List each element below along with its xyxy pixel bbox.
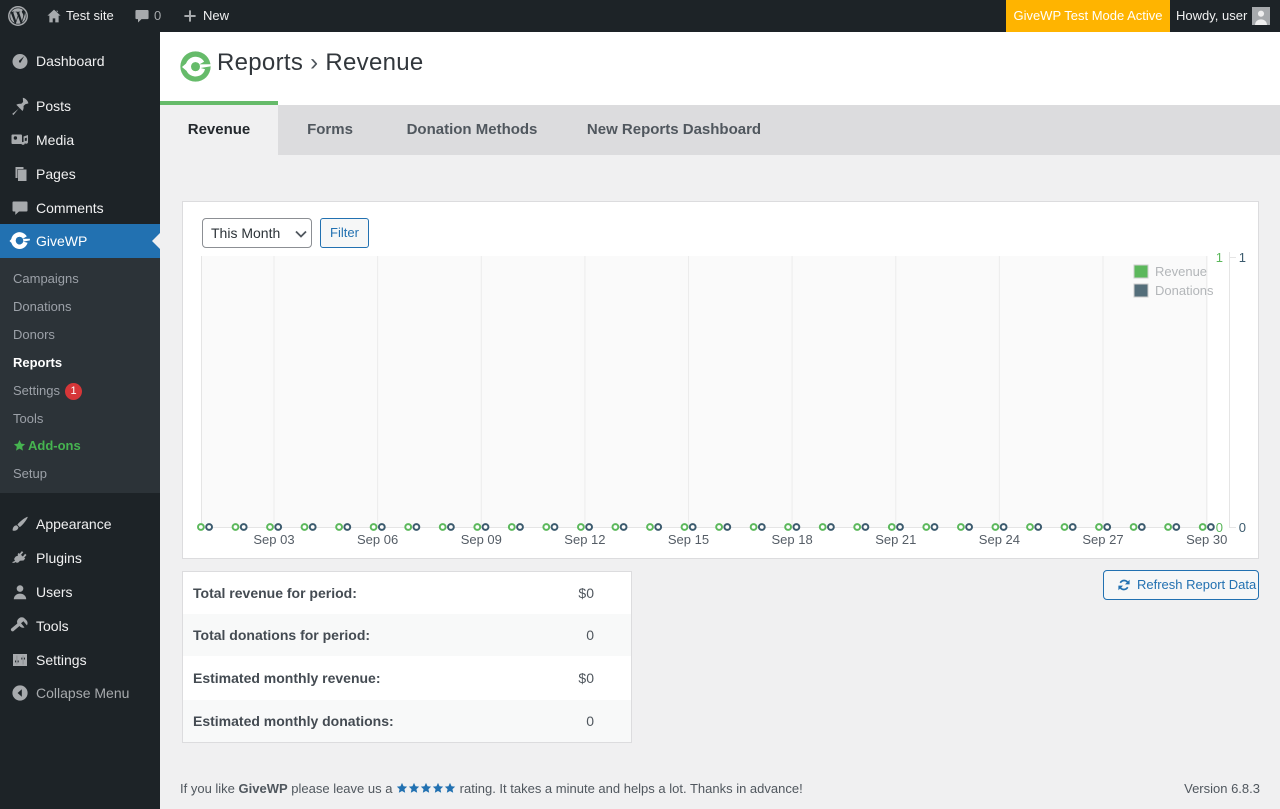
svg-text:Sep 18: Sep 18 bbox=[771, 532, 812, 547]
svg-text:0: 0 bbox=[1239, 520, 1246, 535]
svg-text:1: 1 bbox=[1216, 250, 1223, 265]
svg-text:0: 0 bbox=[1216, 520, 1223, 535]
svg-text:Sep 21: Sep 21 bbox=[875, 532, 916, 547]
svg-text:Sep 12: Sep 12 bbox=[564, 532, 605, 547]
svg-text:Sep 24: Sep 24 bbox=[979, 532, 1020, 547]
svg-text:Sep 06: Sep 06 bbox=[357, 532, 398, 547]
svg-text:Revenue: Revenue bbox=[1155, 264, 1207, 279]
svg-text:1: 1 bbox=[1239, 250, 1246, 265]
svg-text:Donations: Donations bbox=[1155, 283, 1214, 298]
svg-text:Sep 09: Sep 09 bbox=[461, 532, 502, 547]
svg-text:Sep 27: Sep 27 bbox=[1082, 532, 1123, 547]
svg-text:Sep 15: Sep 15 bbox=[668, 532, 709, 547]
svg-text:Sep 03: Sep 03 bbox=[253, 532, 294, 547]
